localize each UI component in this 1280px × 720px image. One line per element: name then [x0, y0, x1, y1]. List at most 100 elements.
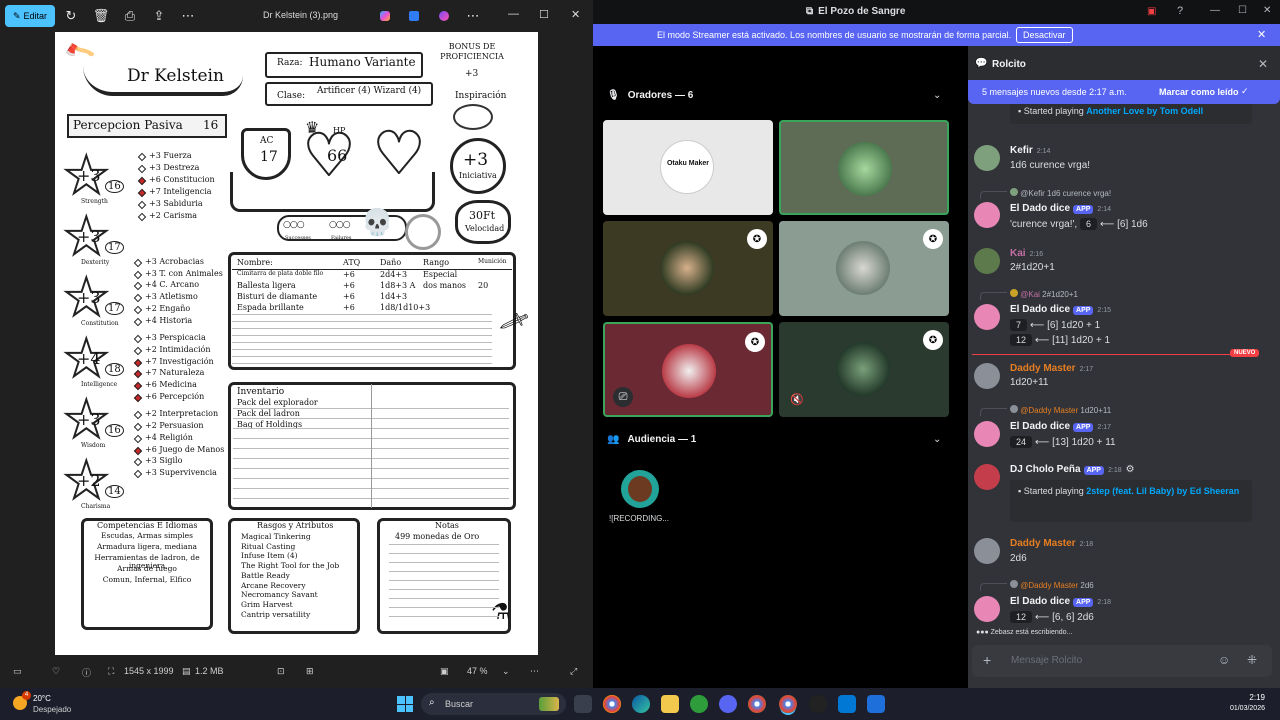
clock-date[interactable]: 01/03/2026: [1215, 705, 1265, 712]
rotate-icon[interactable]: ↻: [62, 5, 80, 27]
actual-size-icon[interactable]: ⊞: [306, 666, 314, 677]
reply-preview[interactable]: @Kefir 1d6 curence vrga!: [1010, 188, 1111, 198]
song-link[interactable]: 2step (feat. Lil Baby) by Ed Sheeran: [1086, 486, 1239, 496]
message-input[interactable]: Mensaje Rolcito: [1011, 655, 1082, 666]
avatar[interactable]: [974, 363, 1000, 389]
speaker-tile-5[interactable]: ✪ ⎚: [603, 322, 773, 417]
avatar[interactable]: [974, 596, 1000, 622]
designer-icon[interactable]: [407, 5, 421, 27]
chrome-profile-icon[interactable]: [748, 695, 766, 713]
clipchamp-icon[interactable]: [437, 5, 451, 27]
reply-preview[interactable]: @Daddy Master 1d20+11: [1010, 405, 1111, 415]
new-messages-bar[interactable]: 5 mensajes nuevos desde 2:17 a.m. Marcar…: [968, 80, 1280, 104]
speaker-tile-4[interactable]: ✪: [779, 221, 949, 316]
saving-throw: +7 Inteligencia: [149, 187, 212, 196]
info-icon[interactable]: ⓘ: [82, 666, 91, 679]
delete-icon[interactable]: 🗑: [92, 5, 110, 27]
reply-preview[interactable]: @Daddy Master 2d6: [1010, 580, 1094, 590]
speaker-tile-1[interactable]: Otaku Maker: [603, 120, 773, 215]
zoom-fit-icon[interactable]: ▣: [440, 666, 449, 677]
minimize-icon[interactable]: —: [508, 8, 519, 20]
discord-titlebar: ⧉ El Pozo de Sangre ▣ ? — ☐ ✕: [593, 0, 1280, 24]
mark-read-button[interactable]: Marcar como leído: [1159, 87, 1239, 97]
voice-stage-icon: ⧉: [806, 6, 814, 17]
discord-icon[interactable]: [719, 695, 737, 713]
audience-header[interactable]: 👥 Audiencia — 1: [607, 434, 696, 445]
proficiency-marker: [133, 317, 143, 326]
inbox-icon[interactable]: ▣: [1147, 6, 1156, 17]
start-icon[interactable]: [397, 696, 413, 712]
avatar[interactable]: [974, 538, 1000, 564]
notes-rule: [389, 607, 499, 608]
maximize-icon[interactable]: ☐: [1238, 5, 1247, 16]
maximize-icon[interactable]: ☐: [539, 8, 549, 21]
audience-avatar[interactable]: [621, 470, 659, 508]
audience-chevron-icon[interactable]: ⌄: [933, 434, 941, 445]
edge-icon[interactable]: [632, 695, 650, 713]
emoji-icon[interactable]: ☺: [1218, 653, 1230, 667]
close-icon[interactable]: ✕: [1263, 5, 1271, 16]
utorrent-icon[interactable]: [690, 695, 708, 713]
message-header: Daddy Master 2:17: [1010, 363, 1094, 374]
weapon-cell: +6: [343, 292, 355, 301]
speaker-tile-2[interactable]: [779, 120, 949, 215]
avatar: [836, 342, 890, 396]
reply-preview[interactable]: @Kai 2#1d20+1: [1010, 289, 1078, 299]
weather-desc[interactable]: Despejado: [33, 705, 71, 714]
weapon-cell: +6: [343, 303, 355, 312]
zoom-chevron-icon[interactable]: ⌄: [502, 666, 510, 677]
help-icon[interactable]: ?: [1177, 5, 1183, 17]
disable-streamer-button[interactable]: Desactivar: [1016, 27, 1073, 43]
close-chat-icon[interactable]: ✕: [1258, 57, 1268, 71]
avatar[interactable]: [974, 421, 1000, 447]
saving-throw: +2 Carisma: [149, 211, 198, 220]
avatar: [660, 241, 714, 295]
prof-bonus-label: BONUS DE PROFICIENCIA: [440, 42, 504, 61]
minimize-icon[interactable]: —: [1210, 5, 1220, 16]
overflow-icon[interactable]: ⋯: [465, 5, 481, 27]
fit-icon[interactable]: ⊡: [277, 666, 285, 677]
search-box[interactable]: ⌕ Buscar: [421, 693, 566, 715]
fullscreen-icon[interactable]: ⤢: [570, 666, 577, 677]
filmstrip-icon[interactable]: ▭: [13, 666, 22, 677]
share-icon[interactable]: ⇪: [150, 5, 168, 27]
audience-name: ![RECORDING...: [609, 514, 670, 523]
more-icon[interactable]: ⋯: [179, 5, 197, 27]
apps-icon[interactable]: ⁜: [1247, 653, 1257, 667]
avatar[interactable]: [974, 304, 1000, 330]
edit-button[interactable]: ✎ Editar: [5, 5, 55, 27]
weather-temp[interactable]: 20°C: [33, 694, 51, 703]
obs-icon[interactable]: [809, 695, 827, 713]
notes-rule: [389, 598, 499, 599]
song-link[interactable]: Another Love by Tom Odell: [1086, 106, 1203, 116]
banner-close-icon[interactable]: ✕: [1257, 28, 1266, 41]
speaker-tile-6[interactable]: ✪ 🔇: [779, 322, 949, 417]
file-explorer-icon[interactable]: [661, 695, 679, 713]
avatar[interactable]: [974, 248, 1000, 274]
close-icon[interactable]: ✕: [571, 8, 580, 21]
add-attachment-icon[interactable]: +: [983, 652, 991, 668]
chrome-icon[interactable]: [603, 695, 621, 713]
photos-app-icon[interactable]: [838, 695, 856, 713]
speakers-chevron-icon[interactable]: ⌄: [933, 90, 941, 101]
copilot-icon[interactable]: [378, 5, 392, 27]
speaker-tile-3[interactable]: ✪: [603, 221, 773, 316]
text-chat-panel: 💬 Rolcito ✕ 5 mensajes nuevos desde 2:17…: [968, 46, 1280, 688]
more-options-icon[interactable]: ⋯: [530, 666, 539, 677]
clock-time[interactable]: 2:19: [1223, 693, 1265, 702]
chrome-active-icon[interactable]: [779, 695, 797, 713]
proficiency-marker: [133, 370, 143, 379]
favorite-icon[interactable]: ♡: [52, 666, 60, 677]
avatar[interactable]: [974, 145, 1000, 171]
task-view-icon[interactable]: [574, 695, 592, 713]
avatar[interactable]: [974, 464, 1000, 490]
zoom-level[interactable]: 47 %: [467, 666, 488, 676]
message-composer[interactable]: + Mensaje Rolcito ☺ ⁜: [972, 645, 1272, 677]
ac-value: 17: [260, 149, 278, 165]
stage-moderator-icon: ✪: [745, 332, 765, 352]
print-icon[interactable]: ⎙: [121, 5, 139, 27]
calculator-icon[interactable]: [867, 695, 885, 713]
speakers-header[interactable]: 🎙 Oradores — 6: [607, 90, 693, 101]
avatar: [662, 344, 716, 398]
avatar[interactable]: [974, 202, 1000, 228]
